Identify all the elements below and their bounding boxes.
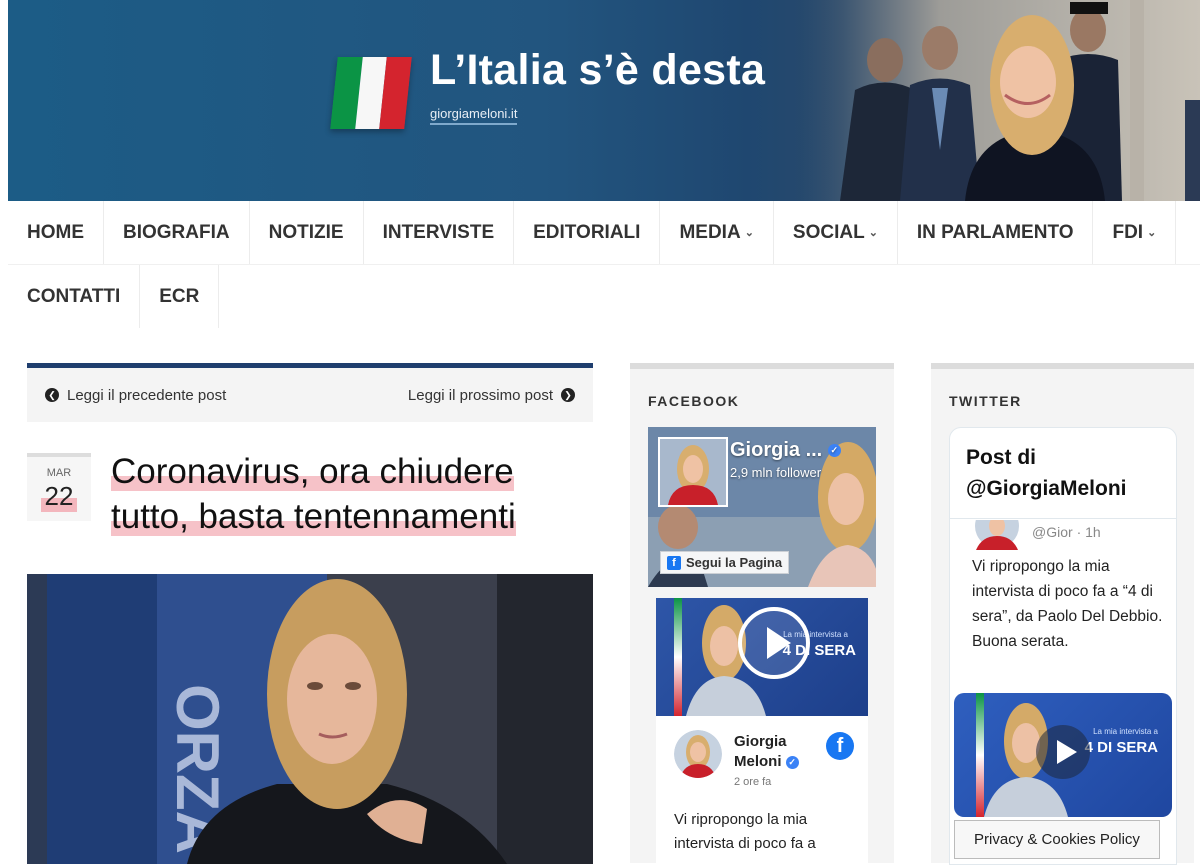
tweet-handle[interactable]: @Gior · 1h — [1032, 524, 1101, 540]
chevron-right-icon: ❯ — [561, 388, 575, 402]
nav-item-interviste[interactable]: INTERVISTE — [364, 201, 515, 264]
nav-item-contatti[interactable]: CONTATTI — [8, 265, 141, 328]
post-title[interactable]: Coronavirus, ora chiudere tutto, basta t… — [111, 449, 591, 539]
nav-item-ecr[interactable]: ECR — [140, 265, 220, 328]
tweet-text: Vi ripropongo la mia intervista di poco … — [972, 558, 1163, 650]
nav-item-label: HOME — [27, 221, 84, 243]
verified-badge-icon: ✓ — [827, 444, 841, 458]
nav-item-notizie[interactable]: NOTIZIE — [250, 201, 364, 264]
nav-item-label: INTERVISTE — [382, 221, 495, 243]
twitter-timeline[interactable]: Post di @GiorgiaMeloni @Gior · 1h Vi ripr… — [949, 427, 1177, 865]
post-date: MAR 22 — [27, 453, 91, 521]
facebook-f-icon: f — [667, 555, 681, 570]
chevron-down-icon: ⌄ — [744, 227, 754, 239]
post-column: ❮ Leggi il precedente post Leggi il pros… — [27, 363, 593, 864]
twitter-widget-title: TWITTER — [949, 393, 1022, 409]
twitter-timeline-heading: Post di @GiorgiaMeloni — [966, 446, 1127, 500]
author-avatar[interactable] — [674, 730, 722, 778]
post-navigation: ❮ Leggi il precedente post Leggi il pros… — [27, 368, 593, 422]
next-post-link[interactable]: Leggi il prossimo post ❯ — [408, 387, 575, 404]
facebook-page-name[interactable]: Giorgia ... ✓ — [730, 439, 841, 462]
nav-item-label: ECR — [159, 285, 200, 307]
privacy-cookies-button[interactable]: Privacy & Cookies Policy — [954, 820, 1160, 859]
verified-badge-icon: ✓ — [785, 755, 799, 769]
nav-item-label: MEDIA — [679, 221, 741, 243]
nav-item-media[interactable]: MEDIA ⌄ — [660, 201, 774, 264]
nav-item-editoriali[interactable]: EDITORIALI — [514, 201, 661, 264]
divider — [950, 518, 1176, 519]
site-title[interactable]: L’Italia s’è desta — [430, 46, 765, 95]
header-banner: L’Italia s’è desta giorgiameloni.it — [8, 0, 1200, 201]
nav-item-label: SOCIAL — [792, 221, 865, 243]
nav-item-label: IN PARLAMENTO — [916, 221, 1074, 243]
previous-post-label: Leggi il precedente post — [67, 386, 227, 404]
main-navigation: HOME BIOGRAFIA NOTIZIE INTERVISTE EDITORIALI… — [8, 201, 1200, 328]
post-date-day: 22 — [40, 481, 78, 512]
facebook-post-time[interactable]: 2 ore fa — [734, 776, 771, 788]
chevron-down-icon: ⌄ — [1147, 227, 1157, 239]
facebook-post-author[interactable]: Giorgia Meloni ✓ — [734, 732, 799, 772]
header-hero-photo — [800, 0, 1200, 201]
play-icon[interactable] — [738, 607, 810, 679]
facebook-page-cover[interactable]: Giorgia ... ✓ 2,9 mln follower f Segui l… — [648, 427, 876, 587]
nav-item-label: CONTATTI — [27, 285, 121, 307]
post-featured-image[interactable]: ORZA — [27, 574, 593, 864]
tweet-video-caption: 4 DI SERA — [1084, 739, 1158, 756]
facebook-widget: FACEBOOK Giorgia ... ✓ 2,9 mln follower … — [630, 363, 894, 863]
nav-item-home[interactable]: HOME — [8, 201, 104, 264]
italian-flag-logo[interactable] — [330, 57, 412, 129]
follow-page-label: Segui la Pagina — [686, 555, 783, 570]
chevron-down-icon: ⌄ — [868, 227, 878, 239]
tweet-video-subcaption: La mia intervista a — [1093, 727, 1158, 736]
nav-item-label: FDI — [1112, 221, 1144, 243]
facebook-post: La mia intervista a 4 DI SERA Giorgia Mel… — [656, 598, 868, 863]
nav-item-biografia[interactable]: BIOGRAFIA — [104, 201, 250, 264]
facebook-widget-title: FACEBOOK — [648, 393, 740, 409]
nav-item-fdi[interactable]: FDI ⌄ — [1093, 201, 1177, 264]
twitter-widget: TWITTER Post di @GiorgiaMeloni @Gior · 1h… — [931, 363, 1194, 865]
tweet-author-avatar[interactable] — [974, 520, 1020, 550]
site-url[interactable]: giorgiameloni.it — [430, 106, 518, 125]
previous-post-link[interactable]: ❮ Leggi il precedente post — [45, 387, 226, 404]
post-title-text: Coronavirus, ora chiudere tutto, basta t… — [111, 452, 516, 536]
nav-row-2: CONTATTI ECR — [8, 265, 1200, 328]
tweet-media-video[interactable]: La mia intervista a 4 DI SERA — [954, 693, 1172, 817]
facebook-followers-count: 2,9 mln follower — [730, 465, 822, 480]
nav-item-label: BIOGRAFIA — [123, 221, 230, 243]
follow-page-button[interactable]: f Segui la Pagina — [660, 551, 790, 574]
next-post-label: Leggi il prossimo post — [407, 386, 553, 404]
play-icon[interactable] — [1036, 725, 1090, 779]
post-date-month: MAR — [46, 467, 72, 479]
facebook-logo-icon[interactable]: f — [826, 732, 854, 760]
nav-item-label: NOTIZIE — [268, 221, 344, 243]
facebook-video[interactable]: La mia intervista a 4 DI SERA — [656, 598, 868, 716]
facebook-page-avatar — [658, 437, 728, 507]
nav-row-1: HOME BIOGRAFIA NOTIZIE INTERVISTE EDITORIALI… — [8, 201, 1200, 265]
facebook-post-text: Vi ripropongo la mia intervista di poco … — [674, 811, 816, 852]
nav-item-in-parlamento[interactable]: IN PARLAMENTO — [898, 201, 1094, 264]
nav-item-social[interactable]: SOCIAL ⌄ — [774, 201, 898, 264]
nav-item-label: EDITORIALI — [533, 221, 641, 243]
chevron-left-icon: ❮ — [45, 388, 59, 402]
